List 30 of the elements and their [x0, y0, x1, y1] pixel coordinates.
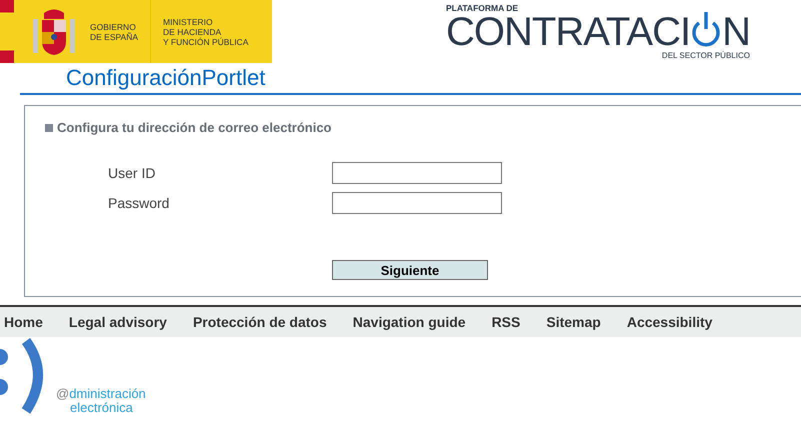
- logo-text: DE HACIENDA: [163, 26, 222, 36]
- footer-link[interactable]: Protección de datos: [192, 314, 327, 330]
- footer-link[interactable]: RSS: [492, 314, 520, 330]
- logo-text: DE ESPAÑA: [90, 32, 138, 42]
- flag-stripe-icon: [0, 0, 14, 63]
- coat-of-arms-icon: [30, 6, 78, 56]
- footer-link[interactable]: Navigation guide: [352, 314, 466, 330]
- page-title: ConfiguraciónPortlet: [20, 65, 801, 95]
- logo-text: Y FUNCIÓN PÚBLICA: [163, 36, 248, 46]
- logo-text: @: [56, 386, 70, 401]
- field-label: User ID: [108, 165, 156, 181]
- logo-text: DEL SECTOR PÚBLICO: [662, 51, 750, 60]
- footer-link[interactable]: Sitemap: [546, 314, 601, 330]
- field-label: Password: [108, 195, 170, 211]
- logo-text: GOBIERNO: [90, 22, 137, 32]
- logo-wordmark: N: [722, 13, 750, 51]
- logo-text: dministración: [69, 386, 146, 401]
- next-button[interactable]: Siguiente: [332, 260, 488, 280]
- power-icon: [691, 9, 722, 49]
- footer-link[interactable]: Legal advisory: [68, 314, 167, 330]
- section-heading: Configura tu dirección de correo electrónico: [57, 120, 332, 135]
- logo-text: PLATAFORMA DE: [446, 3, 520, 13]
- footer-link[interactable]: Accessibility: [626, 314, 712, 330]
- logo-wordmark: CONTRATACI: [446, 13, 690, 51]
- input-field[interactable]: [332, 162, 502, 184]
- square-bullet-icon: [45, 124, 53, 132]
- logo-text: electrónica: [69, 401, 134, 415]
- input-field[interactable]: [332, 192, 502, 214]
- logo-text: MINISTERIO: [163, 16, 214, 26]
- footer-link[interactable]: Home: [4, 314, 43, 330]
